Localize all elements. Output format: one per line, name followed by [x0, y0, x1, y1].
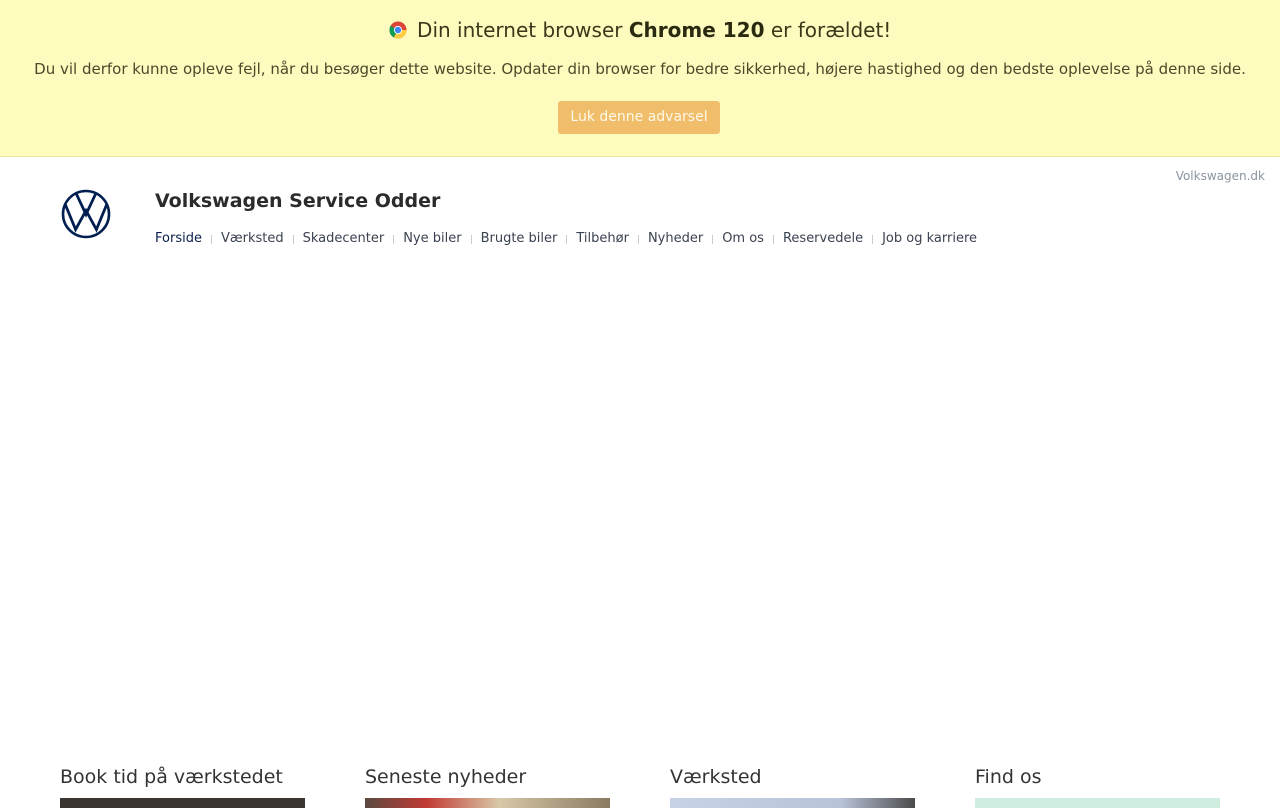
nav-item-reservedele[interactable]: Reservedele — [783, 229, 863, 249]
column-heading[interactable]: Book tid på værkstedet — [60, 764, 305, 790]
nav-item-tilbehoer[interactable]: Tilbehør — [576, 229, 629, 249]
nav-separator — [637, 234, 639, 244]
nav-separator — [292, 234, 294, 244]
column-heading[interactable]: Værksted — [670, 764, 915, 790]
warning-title-suffix: er forældet! — [770, 18, 892, 42]
nav-separator — [470, 234, 472, 244]
close-warning-button[interactable]: Luk denne advarsel — [558, 101, 720, 134]
nav-item-nyheder[interactable]: Nyheder — [648, 229, 703, 249]
volkswagen-logo-icon[interactable] — [61, 189, 111, 239]
nav-item-job-og-karriere[interactable]: Job og karriere — [882, 229, 977, 249]
nav-separator — [393, 234, 395, 244]
warning-message: Du vil derfor kunne opleve fejl, når du … — [34, 60, 1246, 78]
chrome-icon — [389, 21, 407, 39]
column-heading[interactable]: Seneste nyheder — [365, 764, 610, 790]
column-find-os: Find os — [975, 764, 1220, 808]
site-title: Volkswagen Service Odder — [155, 190, 441, 212]
nav-item-nye-biler[interactable]: Nye biler — [403, 229, 461, 249]
nav-item-brugte-biler[interactable]: Brugte biler — [481, 229, 558, 249]
nav-item-om-os[interactable]: Om os — [722, 229, 764, 249]
nav-item-forside[interactable]: Forside — [155, 229, 202, 249]
column-vaerksted: Værksted — [670, 764, 915, 808]
nav-separator — [772, 234, 774, 244]
browser-name: Chrome 120 — [628, 18, 765, 42]
main-navigation: Forside Værksted Skadecenter Nye biler B… — [155, 229, 977, 249]
outdated-browser-banner: Din internet browser Chrome 120 er foræl… — [0, 0, 1280, 157]
nav-separator — [712, 234, 714, 244]
volkswagen-dk-link[interactable]: Volkswagen.dk — [1176, 169, 1265, 183]
column-seneste-nyheder: Seneste nyheder — [365, 764, 610, 808]
nav-item-vaerksted[interactable]: Værksted — [221, 229, 284, 249]
nav-separator — [566, 234, 568, 244]
nav-item-skadecenter[interactable]: Skadecenter — [303, 229, 385, 249]
column-heading[interactable]: Find os — [975, 764, 1220, 790]
warning-title-prefix: Din internet browser — [417, 18, 623, 42]
column-book-tid: Book tid på værkstedet — [60, 764, 305, 808]
warning-title: Din internet browser Chrome 120 er foræl… — [0, 16, 1280, 44]
nav-separator — [872, 234, 874, 244]
nav-separator — [210, 234, 212, 244]
